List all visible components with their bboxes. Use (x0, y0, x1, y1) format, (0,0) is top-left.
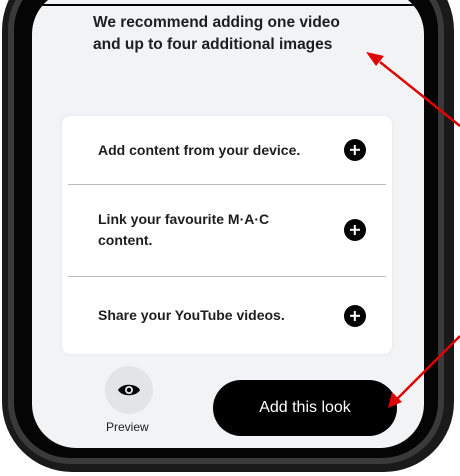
preview-button[interactable] (105, 366, 153, 414)
preview-label: Preview (106, 420, 149, 434)
option-add-from-device[interactable]: Add content from your device. (68, 116, 386, 184)
plus-circle-icon[interactable] (344, 304, 366, 327)
add-content-card: Add content from your device. Link your … (62, 116, 392, 354)
eye-icon (118, 384, 140, 396)
top-divider (32, 4, 424, 6)
plus-circle-icon[interactable] (344, 219, 366, 241)
option-label: Link your favourite M·A·C content. (98, 211, 270, 248)
option-label: Add content from your device. (98, 141, 301, 158)
option-link-mac-content[interactable]: Link your favourite M·A·C content. (68, 185, 386, 275)
option-share-youtube[interactable]: Share your YouTube videos. (68, 277, 386, 354)
recommendation-text: We recommend adding one video and up to … (93, 14, 340, 53)
phone-screen: We recommend adding one video and up to … (32, 0, 424, 448)
add-this-look-button[interactable]: Add this look (213, 380, 397, 436)
option-label: Share your YouTube videos. (98, 307, 285, 323)
plus-circle-icon[interactable] (344, 139, 366, 161)
